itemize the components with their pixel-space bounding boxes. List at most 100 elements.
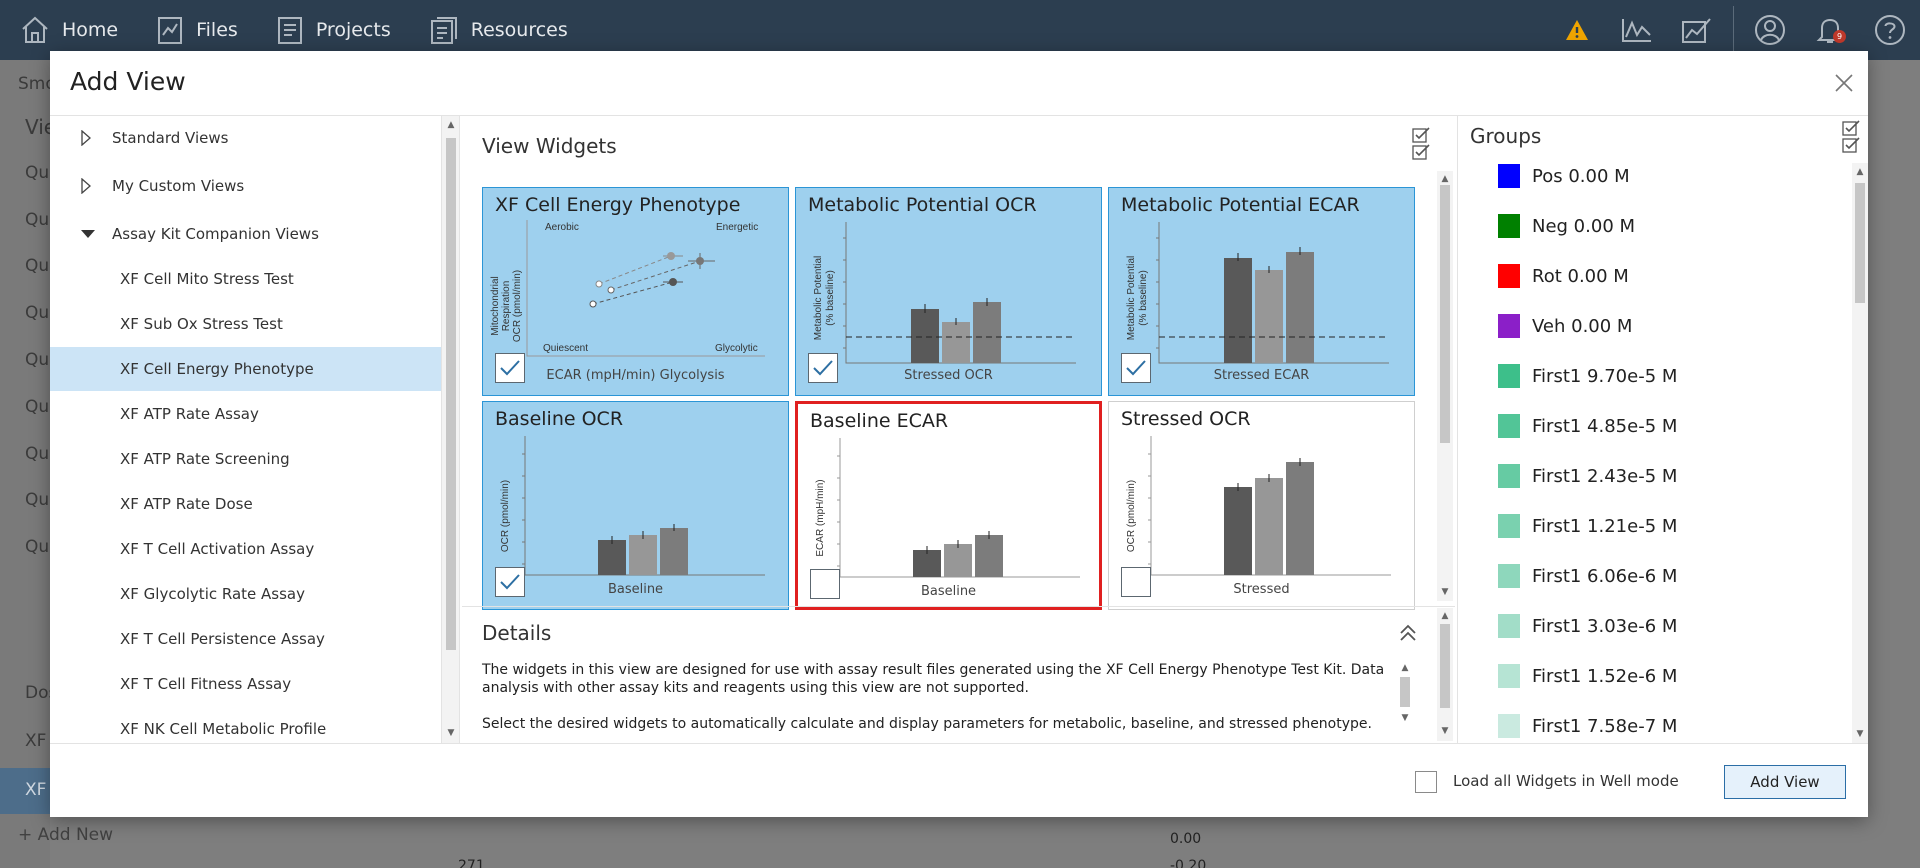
group-item[interactable]: First1 1.52e-6 M [1498, 663, 1677, 689]
scroll-down-icon[interactable]: ▼ [1440, 587, 1450, 597]
widget-metabolic-potential-ecar[interactable]: Metabolic Potential ECAR Metabolic Poten… [1108, 187, 1415, 396]
widget-checkbox[interactable] [495, 567, 525, 597]
group-color-swatch [1498, 464, 1520, 488]
details-scrollbar[interactable]: ▲ ▼ [1437, 608, 1453, 741]
background-sidebar-item: Qu [25, 397, 50, 417]
tree-item-glycolytic-rate-assay[interactable]: XF Glycolytic Rate Assay [50, 572, 441, 616]
view-widgets-heading: View Widgets [482, 134, 617, 158]
group-item[interactable]: Neg 0.00 M [1498, 213, 1635, 239]
scroll-down-icon[interactable]: ▼ [1440, 726, 1450, 736]
tree-item-atp-rate-dose[interactable]: XF ATP Rate Dose [50, 482, 441, 526]
close-button[interactable] [1830, 69, 1858, 97]
scroll-up-icon[interactable]: ▲ [1440, 611, 1450, 621]
background-sidebar-item: Qu [25, 490, 50, 510]
group-item[interactable]: First1 6.06e-6 M [1498, 563, 1677, 589]
scroll-down-icon[interactable]: ▼ [446, 728, 456, 738]
files-icon [158, 17, 183, 44]
chevron-right-icon [80, 130, 96, 146]
background-sidebar-item: Qu [25, 303, 50, 323]
tree-item-my-custom-views[interactable]: My Custom Views [50, 164, 441, 208]
warning-icon [1566, 20, 1588, 40]
tree-item-t-cell-persistence-assay[interactable]: XF T Cell Persistence Assay [50, 617, 441, 661]
group-label: First1 7.58e-7 M [1532, 715, 1678, 737]
tree-item-label: XF NK Cell Metabolic Profile [120, 720, 327, 738]
group-item[interactable]: First1 3.03e-6 M [1498, 613, 1677, 639]
tree-item-t-cell-fitness-assay[interactable]: XF T Cell Fitness Assay [50, 662, 441, 706]
widget-cell-energy-phenotype[interactable]: XF Cell Energy Phenotype Mitochondrial R… [482, 187, 789, 396]
group-item[interactable]: Rot 0.00 M [1498, 263, 1629, 289]
details-text-scrollbar-thumb[interactable] [1400, 677, 1410, 707]
tree-item-sub-ox-stress-test[interactable]: XF Sub Ox Stress Test [50, 302, 441, 346]
widget-checkbox[interactable] [808, 353, 838, 383]
group-item[interactable]: Veh 0.00 M [1498, 313, 1632, 339]
group-item[interactable]: First1 2.43e-5 M [1498, 463, 1677, 489]
view-tree: Standard Views My Custom Views Assay Kit… [50, 116, 442, 743]
widget-checkbox[interactable] [810, 569, 840, 599]
well-mode-checkbox[interactable] [1415, 771, 1437, 793]
group-item[interactable]: First1 4.85e-5 M [1498, 413, 1677, 439]
tree-scrollbar[interactable]: ▲ ▼ [442, 116, 460, 743]
trend-chart-icon [1682, 18, 1711, 43]
details-text-scrollbar[interactable]: ▲ ▼ [1397, 663, 1413, 725]
widget-baseline-ocr[interactable]: Baseline OCR OCR (pmol/min) Baseline [482, 401, 789, 610]
widget-title: Baseline ECAR [810, 410, 949, 432]
widget-stressed-ocr[interactable]: Stressed OCR OCR (pmol/min) Stressed [1108, 401, 1415, 610]
tree-item-atp-rate-screening[interactable]: XF ATP Rate Screening [50, 437, 441, 481]
chevron-down-icon [80, 226, 96, 242]
widget-title: Stressed OCR [1121, 408, 1251, 430]
details-paragraph: Select the desired widgets to automatica… [482, 716, 1372, 732]
group-label: First1 6.06e-6 M [1532, 565, 1678, 587]
tree-item-label: My Custom Views [112, 177, 245, 195]
tree-item-t-cell-activation-assay[interactable]: XF T Cell Activation Assay [50, 527, 441, 571]
double-chevron-up-icon [1400, 624, 1416, 641]
group-item[interactable]: First1 9.70e-5 M [1498, 363, 1677, 389]
details-scrollbar-thumb[interactable] [1440, 624, 1450, 708]
svg-text:Respiration: Respiration [501, 281, 512, 332]
tree-item-label: XF Cell Mito Stress Test [120, 270, 294, 288]
resources-icon [430, 17, 457, 44]
group-item[interactable]: First1 7.58e-7 M [1498, 713, 1677, 739]
widget-title: Baseline OCR [495, 408, 624, 430]
group-label: First1 1.52e-6 M [1532, 665, 1678, 687]
svg-text:Metabolic Potential: Metabolic Potential [1126, 256, 1137, 341]
widgets-scrollbar[interactable]: ▲ ▼ [1437, 171, 1453, 601]
tree-item-cell-energy-phenotype[interactable]: XF Cell Energy Phenotype [50, 347, 441, 391]
widget-checkbox[interactable] [495, 353, 525, 383]
tree-item-standard-views[interactable]: Standard Views [50, 116, 441, 160]
scroll-up-icon[interactable]: ▲ [446, 120, 456, 130]
tree-item-atp-rate-assay[interactable]: XF ATP Rate Assay [50, 392, 441, 436]
widget-baseline-ecar[interactable]: Baseline ECAR ECAR (mpH/min) Baseline [795, 401, 1102, 610]
select-all-widgets-button[interactable] [1410, 126, 1432, 162]
widget-x-label: Baseline [920, 584, 977, 599]
widget-title: XF Cell Energy Phenotype [495, 194, 741, 216]
groups-scrollbar[interactable]: ▲ ▼ [1852, 163, 1868, 743]
details-paragraph: The widgets in this view are designed fo… [482, 662, 1385, 696]
scroll-up-icon[interactable]: ▲ [1400, 663, 1410, 673]
scroll-down-icon[interactable]: ▼ [1400, 713, 1410, 723]
help-button[interactable] [1860, 0, 1920, 60]
tree-item-cell-mito-stress-test[interactable]: XF Cell Mito Stress Test [50, 257, 441, 301]
widget-checkbox[interactable] [1121, 353, 1151, 383]
add-view-button[interactable]: Add View [1724, 765, 1846, 799]
select-all-groups-button[interactable] [1840, 119, 1862, 155]
scroll-down-icon[interactable]: ▼ [1855, 729, 1865, 739]
tree-item-assay-kit-companion-views[interactable]: Assay Kit Companion Views [50, 212, 441, 256]
scroll-up-icon[interactable]: ▲ [1440, 174, 1450, 184]
background-sidebar-item: XF [25, 780, 47, 800]
group-item[interactable]: Pos 0.00 M [1498, 163, 1630, 189]
widget-metabolic-potential-ocr[interactable]: Metabolic Potential OCR Metabolic Potent… [795, 187, 1102, 396]
projects-icon [277, 17, 302, 44]
collapse-details-button[interactable] [1398, 623, 1418, 643]
group-color-swatch [1498, 414, 1520, 438]
tree-item-nk-cell-metabolic-profile[interactable]: XF NK Cell Metabolic Profile [50, 707, 441, 743]
groups-scrollbar-thumb[interactable] [1855, 183, 1865, 303]
tree-scrollbar-thumb[interactable] [446, 138, 456, 650]
group-label: First1 9.70e-5 M [1532, 365, 1678, 387]
group-color-swatch [1498, 714, 1520, 738]
widget-checkbox[interactable] [1121, 567, 1151, 597]
scroll-up-icon[interactable]: ▲ [1855, 167, 1865, 177]
group-label: First1 2.43e-5 M [1532, 465, 1678, 487]
svg-text:Glycolytic: Glycolytic [715, 343, 758, 354]
group-item[interactable]: First1 1.21e-5 M [1498, 513, 1677, 539]
widgets-scrollbar-thumb[interactable] [1440, 185, 1450, 443]
